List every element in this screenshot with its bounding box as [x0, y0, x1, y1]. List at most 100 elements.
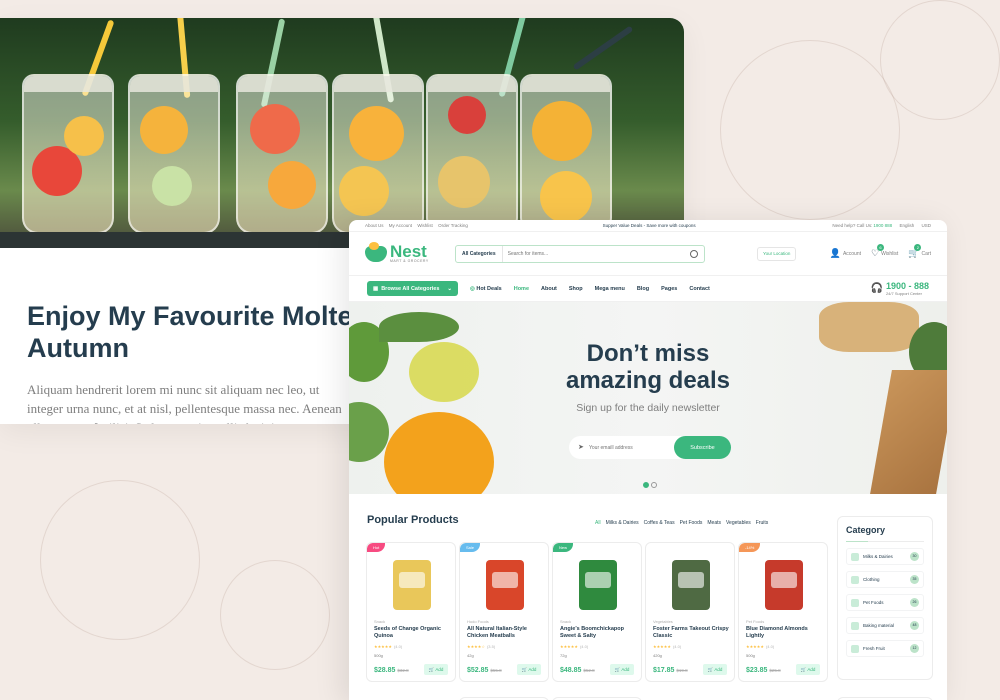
milk-icon	[851, 552, 859, 561]
filter-coffes-teas[interactable]: Coffes & Teas	[644, 520, 675, 526]
wishlist-label: Wishlist	[881, 250, 899, 257]
product-weight: 420g	[653, 653, 662, 658]
hot-deals-link[interactable]: ◎ Hot Deals	[470, 286, 502, 292]
slider-dot-active[interactable]	[643, 482, 649, 488]
category-widget: Category Milks & Dairies 30 Clothing 35 Pe…	[837, 516, 933, 680]
product-rating-value: (3.5)	[486, 644, 496, 649]
add-label: Add	[807, 667, 816, 672]
background-doodle	[880, 0, 1000, 120]
topbar-link-about[interactable]: About Us	[365, 223, 384, 228]
filter-vegetables[interactable]: Vegetables	[726, 520, 751, 526]
nav-item-about[interactable]: About	[541, 286, 557, 292]
filter-fruits[interactable]: Fruits	[756, 520, 769, 526]
jar	[128, 74, 220, 234]
product-category: Vegetables	[653, 619, 673, 624]
add-to-cart-button[interactable]: 🛒 Add	[517, 664, 541, 675]
product-old-price: $25.8	[769, 668, 781, 673]
topbar-link-order-tracking[interactable]: Order Tracking	[438, 223, 468, 228]
topbar-promo: Supper Value Deals - Save more with coup…	[602, 223, 696, 228]
add-to-cart-button[interactable]: 🛒 Add	[424, 664, 448, 675]
product-old-price: $55.8	[490, 668, 502, 673]
search-input[interactable]	[502, 250, 690, 257]
product-rating-value: (4.0)	[393, 644, 403, 649]
browse-categories-button[interactable]: ▦ Browse All Categories ⌄	[367, 281, 458, 296]
send-icon: ➤	[578, 444, 584, 451]
location-select[interactable]: Your Location	[757, 246, 797, 261]
nav-item-home[interactable]: Home	[514, 286, 529, 292]
topbar-link-account[interactable]: My Account	[389, 223, 412, 228]
product-tag: Hot	[367, 543, 386, 552]
cart-link[interactable]: 🛒 2 Cart	[908, 244, 931, 259]
filter-all[interactable]: All	[595, 520, 601, 526]
category-item[interactable]: Fresh Fruit 12	[846, 640, 924, 657]
slider-dot[interactable]	[651, 482, 657, 488]
newsletter-email-input[interactable]	[569, 444, 674, 451]
product-name[interactable]: Angie’s Boomchickapop Sweet & Salty	[560, 626, 640, 640]
hero-subtitle: Sign up for the daily newsletter	[576, 402, 720, 414]
help-label: Need help? Call Us:	[832, 223, 873, 228]
subscribe-button[interactable]: Subscribe	[674, 436, 731, 459]
product-image[interactable]	[393, 560, 431, 610]
category-item[interactable]: Milks & Dairies 30	[846, 548, 924, 565]
slider-dots	[643, 482, 657, 488]
jar	[332, 74, 424, 234]
header: Nest MART & GROCERY All Categories Your …	[349, 232, 947, 276]
category-name: Clothing	[863, 577, 880, 582]
nav-item-blog[interactable]: Blog	[637, 286, 649, 292]
category-count: 26	[910, 598, 919, 607]
add-to-cart-button[interactable]: 🛒 Add	[703, 664, 727, 675]
category-item[interactable]: Clothing 35	[846, 571, 924, 588]
product-card[interactable]: -14% Pet Foods Blue Diamond Almonds Ligh…	[738, 542, 828, 682]
blog-title[interactable]: Enjoy My Favourite Molte Autumn	[27, 300, 367, 364]
hero-headline-line-1: Don’t miss	[586, 340, 710, 367]
product-card[interactable]: Hot Snack Seeds of Change Organic Quinoa…	[366, 542, 456, 682]
filter-pet-foods[interactable]: Pet Foods	[680, 520, 703, 526]
add-label: Add	[621, 667, 630, 672]
support-number: 1900 - 888	[885, 280, 929, 291]
support-label: 24/7 Support Center	[885, 290, 922, 296]
product-grid: Hot Snack Seeds of Change Organic Quinoa…	[366, 542, 828, 682]
product-price: $52.85 $55.8	[467, 667, 502, 674]
background-doodle	[720, 40, 900, 220]
search-category-select[interactable]: All Categories	[456, 245, 503, 262]
logo[interactable]: Nest MART & GROCERY	[365, 241, 455, 263]
product-card[interactable]: Vegetables Foster Farms Takeout Crispy C…	[645, 542, 735, 682]
search-icon[interactable]	[690, 249, 698, 258]
account-link[interactable]: 👤 Account	[830, 248, 861, 259]
add-to-cart-button[interactable]: 🛒 Add	[610, 664, 634, 675]
wishlist-link[interactable]: ♡ 6 Wishlist	[871, 244, 899, 259]
product-image[interactable]	[579, 560, 617, 610]
product-card[interactable]: Sale Hodo Foods All Natural Italian-Styl…	[459, 542, 549, 682]
support-center[interactable]: 🎧 1900 - 888 24/7 Support Center	[871, 280, 930, 296]
nav-item-mega-menu[interactable]: Mega menu	[595, 286, 625, 292]
product-image[interactable]	[486, 560, 524, 610]
product-image[interactable]	[672, 560, 710, 610]
product-card[interactable]: New Snack Angie’s Boomchickapop Sweet & …	[552, 542, 642, 682]
add-to-cart-button[interactable]: 🛒 Add	[796, 664, 820, 675]
category-count: 12	[910, 644, 919, 653]
background-doodle	[220, 560, 330, 670]
logo-sub: MART & GROCERY	[390, 258, 429, 263]
product-name[interactable]: Blue Diamond Almonds Lightly	[746, 626, 826, 640]
leaf-image	[379, 312, 459, 342]
category-item[interactable]: Pet Foods 26	[846, 594, 924, 611]
currency-select[interactable]: USD	[921, 223, 931, 228]
wishlist-count-badge: 6	[877, 244, 885, 251]
nav-item-pages[interactable]: Pages	[661, 286, 677, 292]
cart-icon: 🛒	[521, 666, 528, 672]
grid-icon: ▦	[373, 285, 379, 292]
product-name[interactable]: Foster Farms Takeout Crispy Classic	[653, 626, 733, 640]
product-category: Pet Foods	[746, 619, 765, 624]
filter-meats[interactable]: Meats	[707, 520, 721, 526]
product-image[interactable]	[765, 560, 803, 610]
category-item[interactable]: Baking material 48	[846, 617, 924, 634]
language-select[interactable]: English	[899, 223, 914, 228]
product-name[interactable]: Seeds of Change Organic Quinoa	[374, 626, 454, 640]
nav-item-shop[interactable]: Shop	[569, 286, 583, 292]
product-name[interactable]: All Natural Italian-Style Chicken Meatba…	[467, 626, 547, 640]
topbar-link-wishlist[interactable]: Wishlist	[417, 223, 433, 228]
product-price-value: $52.85	[467, 667, 489, 674]
nav-item-contact[interactable]: Contact	[689, 286, 709, 292]
product-weight: 72g	[560, 653, 567, 658]
filter-milks-dairies[interactable]: Milks & Dairies	[606, 520, 639, 526]
